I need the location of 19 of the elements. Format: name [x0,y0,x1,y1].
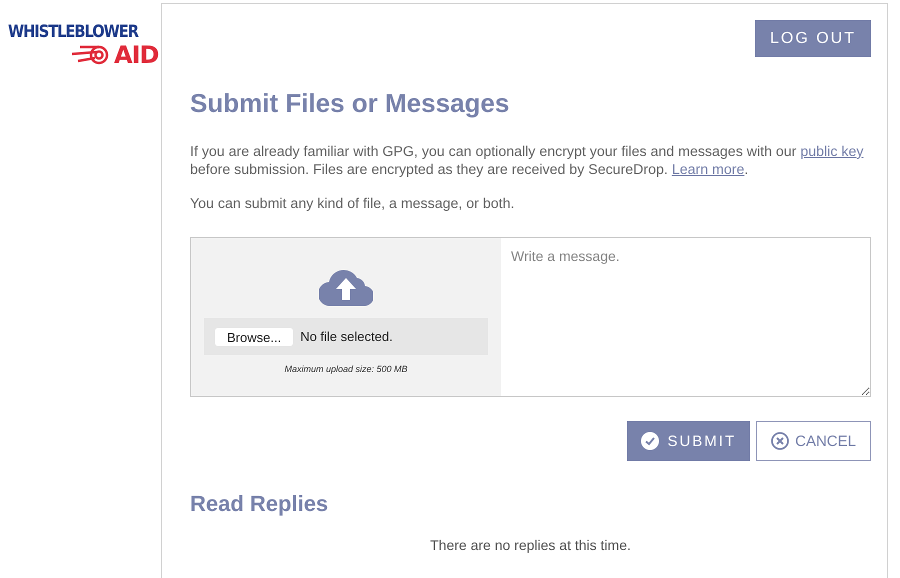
text-link[interactable]: public key [800,144,864,160]
upload-limit-text: Maximum upload size: 500 MB [284,364,408,374]
page-title: Submit Files or Messages [190,88,510,119]
section-title: Read Replies [190,491,330,517]
checkmark-icon [641,432,660,450]
close-icon [771,432,790,450]
browse-button[interactable]: Browse... [215,328,294,346]
submission-form[interactable]: Browse... No file selected. Maximum upload size: 500 MB Write a message. [190,237,871,397]
file-status: No file selected. [300,329,393,344]
submit-button[interactable]: SUBMIT [627,421,750,461]
upload-cloud-icon [319,268,373,306]
logo-text: AID [114,42,158,68]
logout-button[interactable]: LOG OUT [754,20,871,57]
text-link[interactable]: Learn more [672,162,744,178]
cancel-button[interactable]: CANCEL [756,421,871,461]
intro-text: If you are already familiar with GPG, you can optionally encrypt your files and messages with our public key before submission. Files are encrypted as they are received by SecureDrop. Learn more. [190,143,864,179]
hint-text: You can submit any kind of file, a message, or both. [190,195,516,213]
empty-message: There are no replies at this time. [429,537,632,553]
logo-text: WHISTLEBLOWER [8,22,138,42]
